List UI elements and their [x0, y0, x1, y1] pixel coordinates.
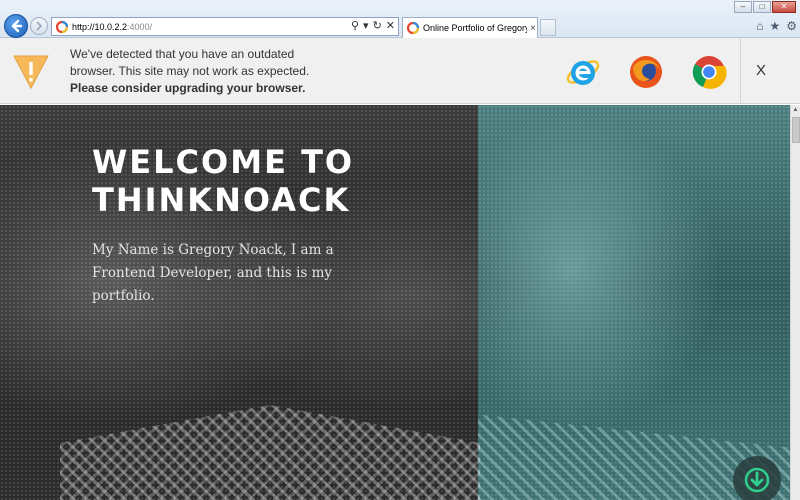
title-line-2: THINKNOACK: [92, 181, 351, 219]
refresh-icon[interactable]: ↻: [373, 19, 382, 34]
firefox-icon[interactable]: [628, 54, 664, 90]
hero-section: WELCOME TO THINKNOACK My Name is Gregory…: [0, 105, 790, 500]
site-favicon-icon: [55, 20, 69, 33]
search-icon[interactable]: ⚲: [351, 19, 359, 34]
new-tab-button[interactable]: [540, 19, 556, 36]
banner-line-1: We've detected that you have an outdated: [70, 47, 295, 61]
scroll-up-arrow-icon[interactable]: ▲: [791, 105, 800, 115]
banner-line-3: Please consider upgrading your browser.: [70, 81, 306, 95]
scrollbar-thumb[interactable]: [792, 117, 800, 143]
title-line-1: WELCOME TO: [92, 143, 355, 181]
internet-explorer-icon[interactable]: [565, 54, 601, 90]
tab-favicon-icon: [406, 21, 420, 35]
stop-icon[interactable]: ✕: [386, 19, 395, 34]
scroll-down-button[interactable]: [733, 456, 781, 500]
home-icon[interactable]: ⌂: [756, 19, 763, 33]
tab-close-icon[interactable]: ×: [530, 23, 536, 34]
forward-button[interactable]: [30, 17, 48, 35]
chrome-icon[interactable]: [691, 54, 727, 90]
banner-divider: [740, 38, 741, 104]
back-button[interactable]: [4, 14, 28, 38]
address-bar[interactable]: http://10.0.2.2:4000/ ⚲ ▾ ↻ ✕: [51, 17, 399, 36]
page-title: WELCOME TO THINKNOACK: [92, 143, 412, 219]
dropdown-icon[interactable]: ▾: [363, 19, 369, 34]
vertical-scrollbar[interactable]: ▲: [790, 105, 800, 500]
close-window-button[interactable]: ✕: [772, 1, 796, 13]
back-arrow-icon: [11, 19, 23, 33]
minimize-button[interactable]: –: [734, 1, 752, 13]
tab-title: Online Portfolio of Gregory...: [423, 23, 527, 33]
outdated-browser-banner: We've detected that you have an outdated…: [0, 38, 800, 104]
favorites-star-icon[interactable]: ★: [769, 19, 780, 33]
forward-arrow-icon: [36, 21, 43, 31]
gear-icon[interactable]: ⚙: [786, 19, 797, 33]
banner-line-2: browser. This site may not work as expec…: [70, 64, 310, 78]
maximize-button[interactable]: □: [753, 1, 771, 13]
warning-icon: [13, 55, 49, 90]
tab-portfolio[interactable]: Online Portfolio of Gregory... ×: [402, 17, 538, 38]
url-text: http://10.0.2.2:4000/: [72, 21, 153, 32]
banner-close-button[interactable]: X: [756, 62, 766, 79]
banner-message: We've detected that you have an outdated…: [70, 46, 309, 97]
intro-text: My Name is Gregory Noack, I am a Fronten…: [92, 242, 334, 304]
browser-toolbar: http://10.0.2.2:4000/ ⚲ ▾ ↻ ✕ Online Por…: [0, 0, 800, 38]
arrow-down-circle-icon: [744, 467, 770, 493]
